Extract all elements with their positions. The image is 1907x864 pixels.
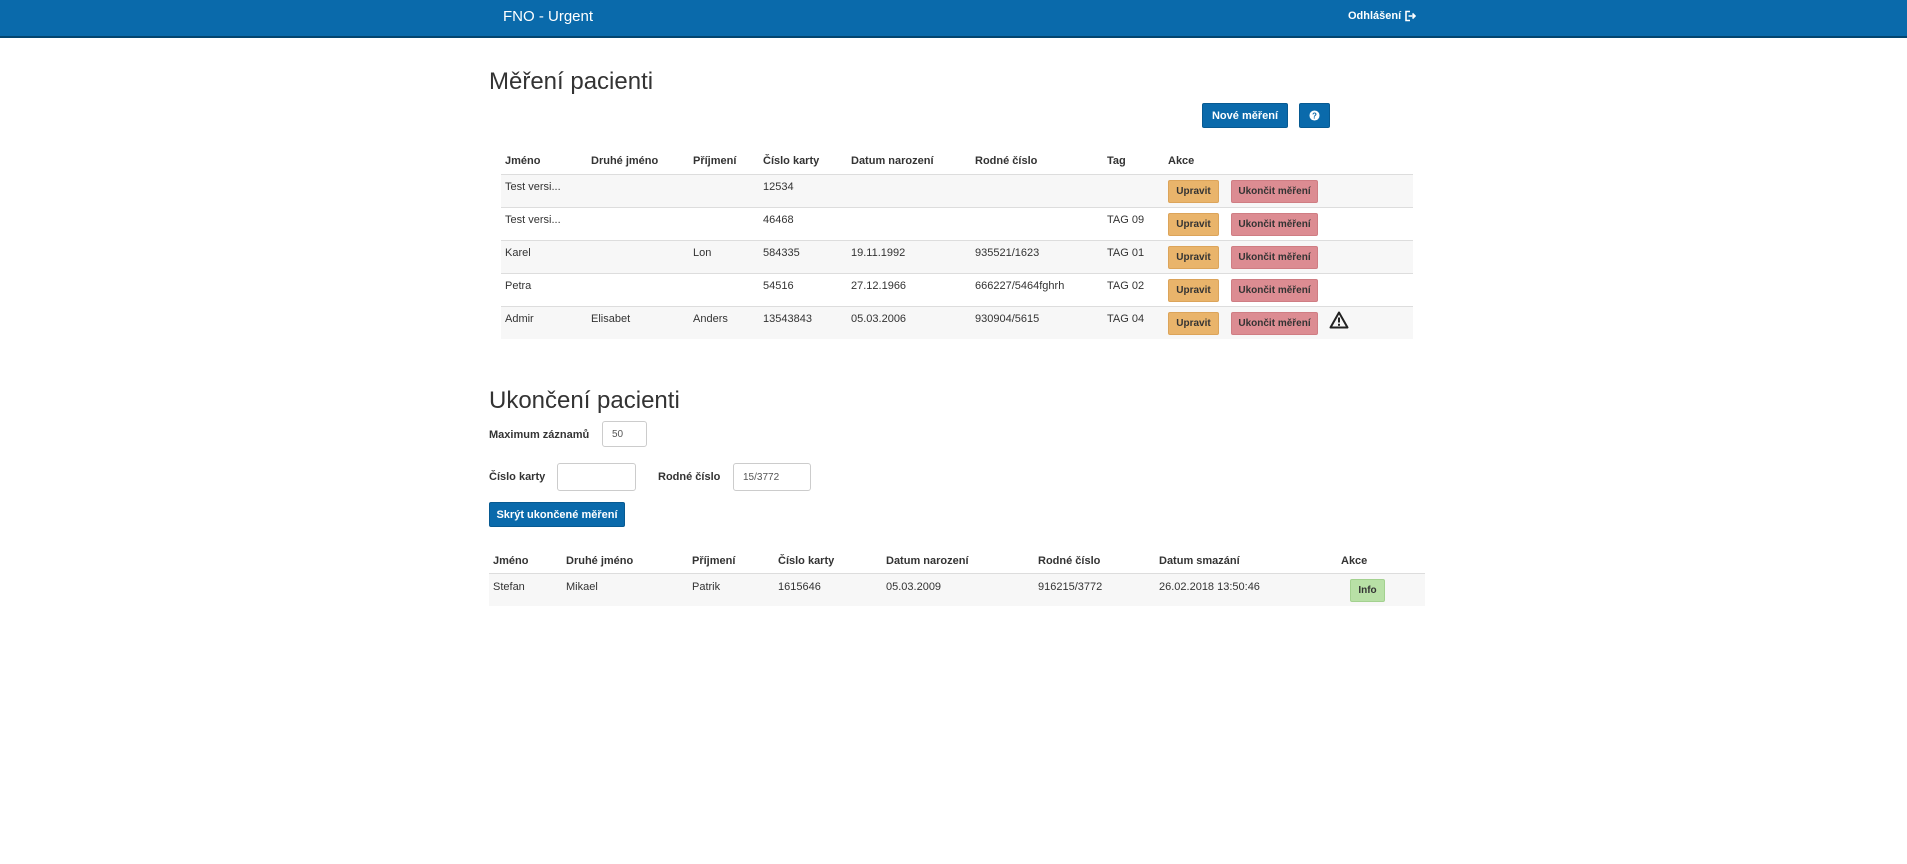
cell-birth-number: 930904/5615	[975, 313, 1040, 325]
svg-text:?: ?	[1312, 111, 1317, 120]
cell-birth-number: 666227/5464fghrh	[975, 280, 1065, 292]
ended-table: Jméno Druhé jméno Příjmení Číslo karty D…	[489, 550, 1425, 606]
cell-last-name: Lon	[693, 247, 712, 259]
edit-button[interactable]: Upravit	[1168, 213, 1219, 236]
col-birth-date: Datum narození	[851, 155, 934, 167]
col-card-number: Číslo karty	[763, 155, 820, 167]
col-tag: Tag	[1107, 155, 1126, 167]
cell-tag: TAG 09	[1107, 214, 1145, 226]
col-actions: Akce	[1168, 155, 1195, 167]
end-measurement-button[interactable]: Ukončit měření	[1231, 180, 1318, 203]
end-measurement-button[interactable]: Ukončit měření	[1231, 246, 1318, 269]
edit-button[interactable]: Upravit	[1168, 246, 1219, 269]
help-button[interactable]: ?	[1299, 103, 1330, 128]
cell-birth-number: 916215/3772	[1038, 581, 1103, 593]
cell-card-number: 46468	[763, 214, 794, 226]
max-records-label: Maximum záznamů	[489, 429, 590, 441]
table-row: Test versi... 12534 Upravit Ukončit měře…	[501, 175, 1413, 208]
hide-ended-button[interactable]: Skrýt ukončené měření	[489, 502, 625, 527]
table-header: Jméno Druhé jméno Příjmení Číslo karty D…	[489, 550, 1425, 574]
card-number-label: Číslo karty	[489, 471, 546, 483]
edit-button[interactable]: Upravit	[1168, 312, 1219, 335]
table-row: Admir Elisabet Anders 13543843 05.03.200…	[501, 307, 1413, 339]
question-circle-icon: ?	[1309, 110, 1320, 121]
col-last-name: Příjmení	[693, 155, 737, 167]
cell-card-number: 584335	[763, 247, 800, 259]
col-middle-name: Druhé jméno	[566, 555, 634, 567]
col-actions: Akce	[1341, 555, 1368, 567]
end-measurement-button[interactable]: Ukončit měření	[1231, 213, 1318, 236]
cell-middle-name: Mikael	[566, 581, 598, 593]
cell-birth-number: 935521/1623	[975, 247, 1040, 259]
ended-title: Ukončení pacienti	[489, 387, 680, 414]
col-birth-date: Datum narození	[886, 555, 969, 567]
col-birth-number: Rodné číslo	[975, 155, 1038, 167]
cell-tag: TAG 04	[1107, 313, 1145, 325]
cell-tag: TAG 01	[1107, 247, 1145, 259]
cell-card-number: 54516	[763, 280, 794, 292]
card-number-input[interactable]	[557, 463, 636, 491]
col-first-name: Jméno	[505, 155, 541, 167]
app-title[interactable]: FNO - Urgent	[503, 8, 593, 25]
cell-tag: TAG 02	[1107, 280, 1145, 292]
table-row: Petra 54516 27.12.1966 666227/5464fghrh …	[501, 274, 1413, 307]
cell-birth-date: 05.03.2009	[886, 581, 942, 593]
logout-label: Odhlášení	[1348, 10, 1402, 22]
cell-birth-date: 27.12.1966	[851, 280, 907, 292]
birth-number-label: Rodné číslo	[658, 471, 721, 483]
table-row: Karel Lon 584335 19.11.1992 935521/1623 …	[501, 241, 1413, 274]
cell-first-name: Test versi...	[505, 181, 561, 193]
cell-first-name: Test versi...	[505, 214, 561, 226]
measurements-table: Jméno Druhé jméno Příjmení Číslo karty D…	[501, 150, 1413, 339]
cell-last-name: Anders	[693, 313, 728, 325]
end-measurement-button[interactable]: Ukončit měření	[1231, 312, 1318, 335]
table-row: Test versi... 46468 TAG 09 Upravit Ukonč…	[501, 208, 1413, 241]
cell-first-name: Stefan	[493, 581, 525, 593]
cell-card-number: 13543843	[763, 313, 812, 325]
col-birth-number: Rodné číslo	[1038, 555, 1101, 567]
col-deleted-date: Datum smazání	[1159, 555, 1240, 567]
birth-number-input[interactable]	[733, 463, 811, 491]
top-navbar: FNO - Urgent Odhlášení	[0, 0, 1907, 38]
cell-card-number: 1615646	[778, 581, 821, 593]
info-button[interactable]: Info	[1350, 579, 1385, 602]
cell-middle-name: Elisabet	[591, 313, 631, 325]
logout-link[interactable]: Odhlášení	[1348, 10, 1417, 22]
measurements-title: Měření pacienti	[489, 68, 654, 95]
cell-birth-date: 05.03.2006	[851, 313, 907, 325]
cell-first-name: Petra	[505, 280, 532, 292]
sign-out-icon	[1405, 10, 1417, 22]
cell-card-number: 12534	[763, 181, 794, 193]
edit-button[interactable]: Upravit	[1168, 279, 1219, 302]
table-row: Stefan Mikael Patrik 1615646 05.03.2009 …	[489, 574, 1425, 606]
cell-birth-date: 19.11.1992	[851, 247, 906, 259]
warning-triangle-icon[interactable]	[1329, 311, 1349, 329]
edit-button[interactable]: Upravit	[1168, 180, 1219, 203]
table-header: Jméno Druhé jméno Příjmení Číslo karty D…	[501, 150, 1413, 175]
col-last-name: Příjmení	[692, 555, 736, 567]
cell-first-name: Admir	[505, 313, 534, 325]
col-card-number: Číslo karty	[778, 555, 835, 567]
cell-first-name: Karel	[505, 247, 531, 259]
max-records-input[interactable]	[602, 421, 647, 447]
cell-last-name: Patrik	[692, 581, 721, 593]
cell-deleted-date: 26.02.2018 13:50:46	[1159, 581, 1260, 593]
col-first-name: Jméno	[493, 555, 529, 567]
end-measurement-button[interactable]: Ukončit měření	[1231, 279, 1318, 302]
col-middle-name: Druhé jméno	[591, 155, 659, 167]
new-measurement-button[interactable]: Nové měření	[1202, 103, 1288, 128]
